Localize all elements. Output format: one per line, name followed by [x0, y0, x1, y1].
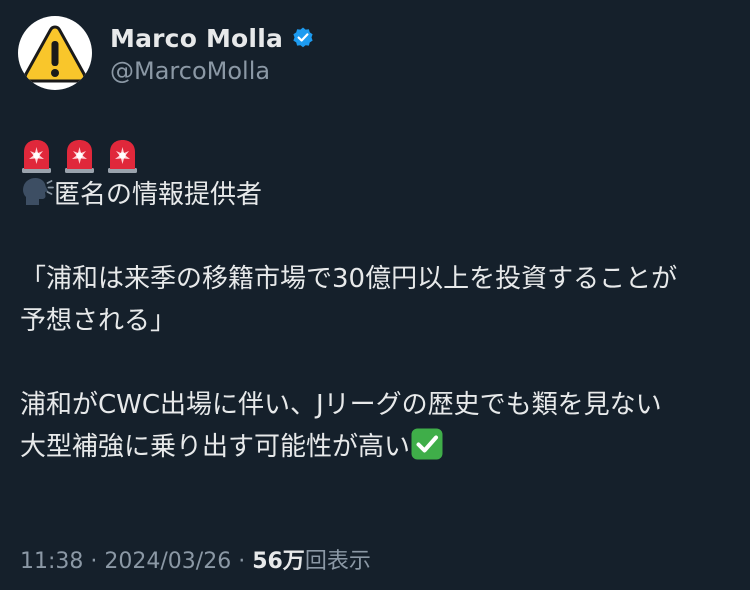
verified-badge-icon[interactable]: [291, 26, 315, 50]
display-name[interactable]: Marco Molla: [110, 24, 283, 53]
views-label: 回表示: [304, 549, 371, 574]
display-name-row: Marco Molla: [110, 21, 315, 55]
tweet-time[interactable]: 11:38: [20, 549, 83, 574]
author-handle[interactable]: @MarcoMolla: [110, 57, 315, 85]
tweet-meta: 11:38 · 2024/03/26 · 56万回表示: [20, 543, 371, 575]
tweet-card: Marco Molla @MarcoMolla 匿名の情報提供者 「浦和は来季の…: [0, 0, 750, 590]
tweet-header: Marco Molla @MarcoMolla: [18, 16, 315, 90]
source-line: 匿名の情報提供者: [20, 174, 732, 216]
check-mark-button-icon: [410, 427, 444, 461]
siren-row: [20, 132, 732, 174]
warning-sign-icon: [23, 25, 87, 83]
views-count: 56万: [252, 549, 305, 574]
tweet-date[interactable]: 2024/03/26: [104, 549, 231, 574]
body-line-2-wrap: 大型補強に乗り出す可能性が高い: [20, 426, 732, 468]
body-line-2: 大型補強に乗り出す可能性が高い: [20, 432, 411, 462]
meta-separator: ·: [231, 549, 253, 574]
author-names: Marco Molla @MarcoMolla: [110, 21, 315, 85]
rotating-light-icon: [106, 138, 139, 174]
avatar[interactable]: [18, 16, 92, 90]
meta-separator: ·: [83, 549, 105, 574]
tweet-text: 匿名の情報提供者 「浦和は来季の移籍市場で30億円以上を投資することが 予想され…: [20, 132, 732, 468]
body-line-1: 浦和がCWC出場に伴い、Jリーグの歴史でも類を見ない: [20, 390, 662, 420]
quote-line-2: 予想される」: [20, 306, 177, 336]
quote-line-1: 「浦和は来季の移籍市場で30億円以上を投資することが: [20, 264, 678, 294]
speaking-head-icon: [20, 175, 54, 209]
source-text: 匿名の情報提供者: [54, 180, 263, 210]
rotating-light-icon: [20, 138, 53, 174]
rotating-light-icon: [63, 138, 96, 174]
